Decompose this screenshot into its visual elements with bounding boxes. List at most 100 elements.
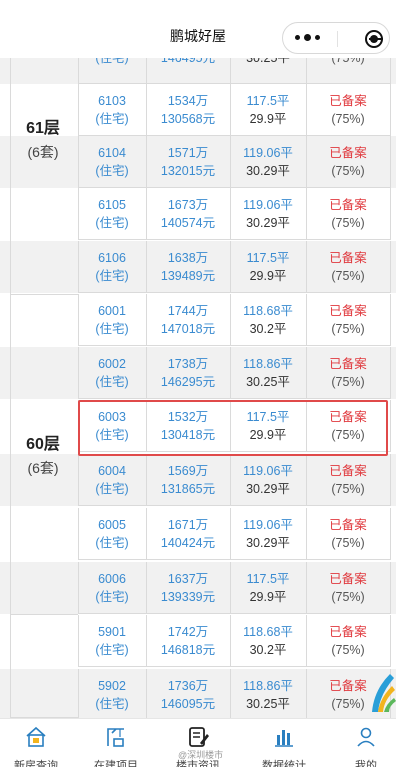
grid-line xyxy=(306,188,307,240)
grid-line xyxy=(146,294,147,346)
sold-ratio: (75%) xyxy=(331,216,365,230)
grid-line xyxy=(146,615,147,667)
record-status: 已备案 xyxy=(329,304,367,318)
table-row[interactable]: 5901 (住宅) 1742万 146818元 118.68平 30.2平 已备案 (75%) xyxy=(0,615,396,667)
more-icon[interactable] xyxy=(295,32,323,44)
price-cell: 1671万 140424元 xyxy=(146,508,230,560)
total-price: 1673万 xyxy=(167,198,209,212)
unit-number: 6004 xyxy=(98,464,126,478)
record-status: 已备案 xyxy=(329,198,367,212)
total-price: 1534万 xyxy=(167,94,209,108)
grid-line xyxy=(390,241,391,293)
bar-chart-icon xyxy=(275,730,293,747)
unit-cell: 6105 (住宅) xyxy=(78,188,146,240)
unit-price: 131865元 xyxy=(160,482,216,496)
unit-type: (住宅) xyxy=(95,590,129,604)
total-price: 1744万 xyxy=(167,304,209,318)
notepad-icon xyxy=(189,727,209,747)
grid-line xyxy=(390,188,391,240)
grid-line xyxy=(78,345,390,346)
price-cell: 1744万 147018元 xyxy=(146,294,230,346)
unit-cell: 5902 (住宅) xyxy=(78,669,146,721)
floor-unit-count: (6套) xyxy=(27,460,59,476)
price-cell: 1571万 132015元 xyxy=(146,136,230,188)
grid-line xyxy=(146,454,147,506)
grid-line xyxy=(78,398,390,399)
floor-area: 118.68平 xyxy=(243,304,293,318)
sold-ratio: (75%) xyxy=(331,322,365,336)
grid-line xyxy=(78,188,79,240)
grid-line xyxy=(78,84,79,136)
area-cell: 117.5平 29.9平 xyxy=(230,84,306,136)
unit-type: (住宅) xyxy=(95,697,129,711)
grid-line xyxy=(390,84,391,136)
table-row[interactable]: 5902 (住宅) 1736万 146095元 118.86平 30.25平 已备案 (75%… xyxy=(0,669,396,721)
sold-ratio: (75%) xyxy=(331,643,365,657)
table-row[interactable]: 6001 (住宅) 1744万 147018元 118.68平 30.2平 已备案 (75%) xyxy=(0,294,396,346)
unit-type: (住宅) xyxy=(95,216,129,230)
floor-area: 117.5平 xyxy=(246,251,290,265)
nav-new-house[interactable]: 新房查询 xyxy=(0,719,76,767)
unit-number: 5901 xyxy=(98,625,126,639)
floor-area: 118.86平 xyxy=(243,357,293,371)
unit-price: 147018元 xyxy=(160,322,216,336)
inner-area: 30.29平 xyxy=(246,164,290,178)
grid-line xyxy=(306,508,307,560)
grid-line xyxy=(306,615,307,667)
unit-cell: 6006 (住宅) xyxy=(78,562,146,614)
nav-statistics[interactable]: 数据统计 xyxy=(244,719,324,767)
area-cell: 119.06平 30.29平 xyxy=(230,508,306,560)
floor-area: 118.68平 xyxy=(243,625,293,639)
area-cell: 117.5平 29.9平 xyxy=(230,241,306,293)
unit-type: (住宅) xyxy=(95,164,129,178)
unit-cell: 6002 (住宅) xyxy=(78,347,146,399)
unit-cell: 6001 (住宅) xyxy=(78,294,146,346)
grid-line xyxy=(306,136,307,188)
nav-profile[interactable]: 我的 xyxy=(326,719,396,767)
status-cell: 已备案 (75%) xyxy=(306,241,390,293)
price-cell: 1673万 140574元 xyxy=(146,188,230,240)
price-cell: 1637万 139339元 xyxy=(146,562,230,614)
unit-price: 146095元 xyxy=(160,697,216,711)
nav-label: 我的 xyxy=(355,760,377,767)
table-row[interactable]: 6005 (住宅) 1671万 140424元 119.06平 30.29平 已备案 (75%… xyxy=(0,508,396,560)
floor-area: 119.06平 xyxy=(243,464,293,478)
record-status: 已备案 xyxy=(329,464,367,478)
inner-area: 29.9平 xyxy=(249,269,287,283)
table-row[interactable]: 6105 (住宅) 1673万 140574元 119.06平 30.29平 已备案 (75%… xyxy=(0,188,396,240)
sold-ratio: (75%) xyxy=(331,697,365,711)
status-cell: 已备案 (75%) xyxy=(306,84,390,136)
grid-line xyxy=(78,347,79,399)
close-target-icon[interactable] xyxy=(365,30,383,48)
record-status: 已备案 xyxy=(329,572,367,586)
grid-line xyxy=(230,454,231,506)
nav-label: 数据统计 xyxy=(262,760,306,767)
floor-number: 60层 xyxy=(26,436,60,453)
highlight-box xyxy=(78,400,388,456)
nav-label: 在建项目 xyxy=(94,760,138,767)
status-cell: 已备案 (75%) xyxy=(306,347,390,399)
unit-cell: 6103 (住宅) xyxy=(78,84,146,136)
house-icon xyxy=(26,726,46,747)
table-row[interactable]: 6106 (住宅) 1638万 139489元 117.5平 29.9平 已备案 (75%) xyxy=(0,241,396,293)
unit-type: (住宅) xyxy=(95,375,129,389)
total-price: 1569万 xyxy=(167,464,209,478)
capsule-divider xyxy=(337,31,338,47)
unit-number: 6104 xyxy=(98,146,126,160)
floor-area: 117.5平 xyxy=(246,94,290,108)
table-row[interactable]: 6002 (住宅) 1738万 146295元 118.86平 30.25平 已备案 (75%… xyxy=(0,347,396,399)
grid-line xyxy=(306,562,307,614)
record-status: 已备案 xyxy=(329,94,367,108)
unit-number: 6002 xyxy=(98,357,126,371)
area-cell: 117.5平 29.9平 xyxy=(230,562,306,614)
grid-line xyxy=(78,505,390,506)
total-price: 1638万 xyxy=(167,251,209,265)
grid-line xyxy=(390,454,391,506)
table-row[interactable]: 6006 (住宅) 1637万 139339元 117.5平 29.9平 已备案 (75%) xyxy=(0,562,396,614)
unit-number: 5902 xyxy=(98,679,126,693)
nav-projects[interactable]: 在建项目 xyxy=(76,719,156,767)
miniprogram-capsule xyxy=(282,22,390,54)
grid-line xyxy=(390,294,391,346)
grid-line xyxy=(78,292,390,293)
floor-label-60: 60层 (6套) xyxy=(10,430,76,478)
